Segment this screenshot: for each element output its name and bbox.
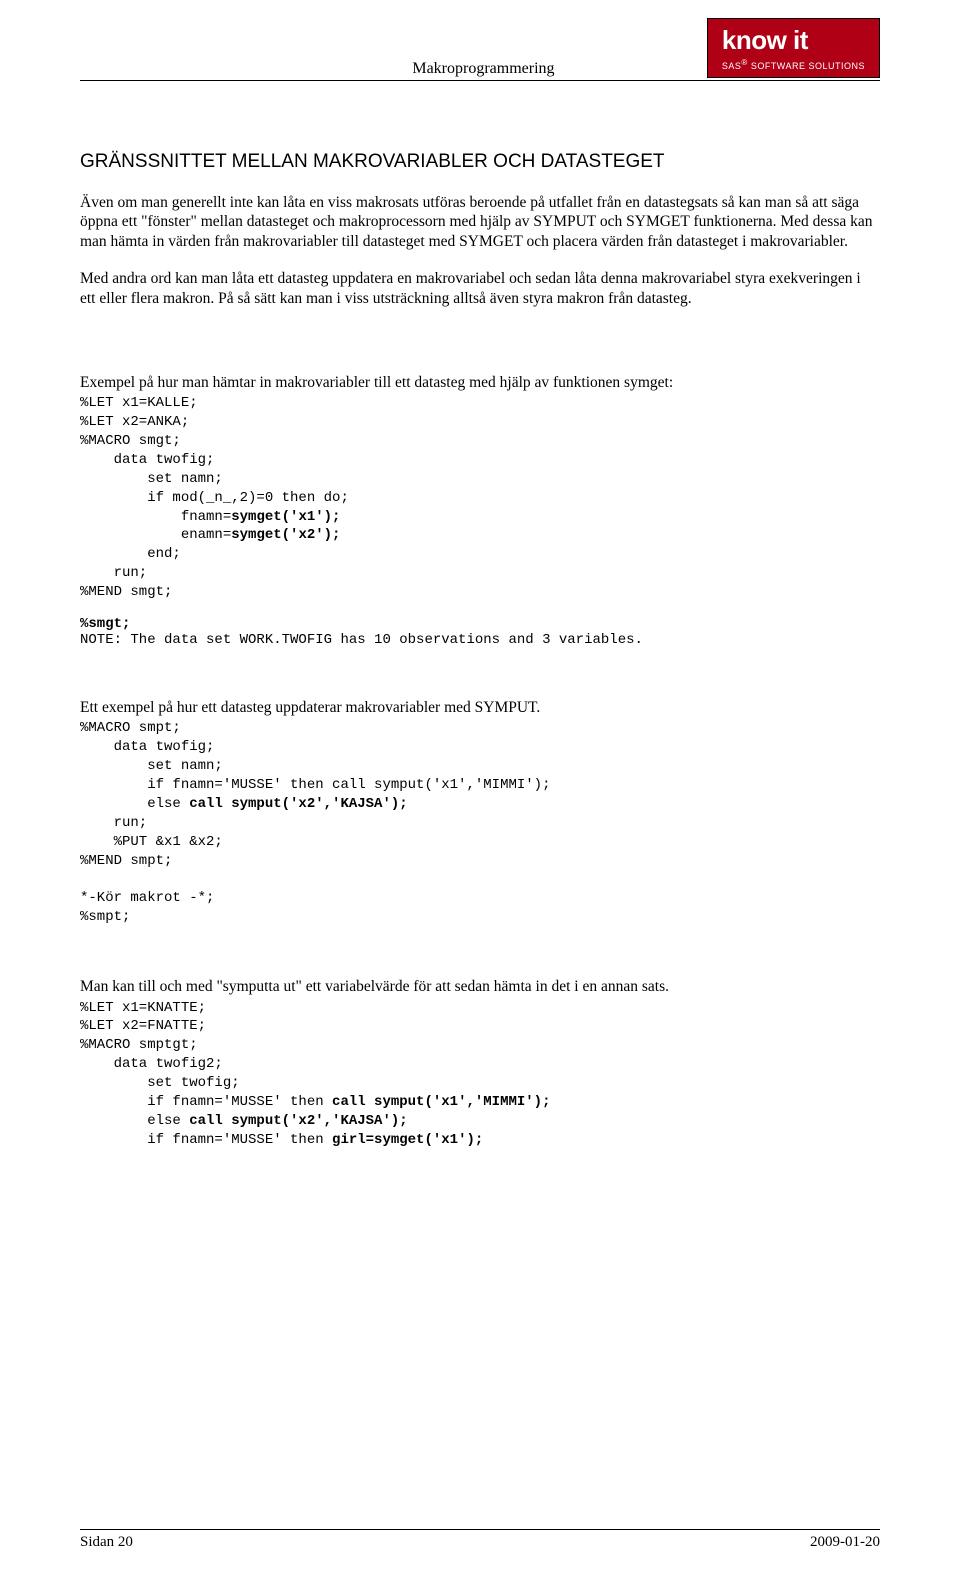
code-line: %MEND smgt;	[80, 584, 172, 600]
logo-sub-prefix: SAS	[722, 61, 742, 71]
code-line: set namn;	[80, 471, 223, 487]
code-line: %MACRO smpt;	[80, 720, 181, 736]
code-bold: call symput('x2','KAJSA');	[189, 1113, 407, 1129]
code-line: %LET x2=FNATTE;	[80, 1018, 206, 1034]
code-line: %PUT &x1 &x2;	[80, 834, 223, 850]
code-line: if fnamn='MUSSE' then	[80, 1132, 332, 1148]
code-block-2: %MACRO smpt; data twofig; set namn; if f…	[80, 719, 880, 927]
code-line: set namn;	[80, 758, 223, 774]
code-block-3: %LET x1=KNATTE; %LET x2=FNATTE; %MACRO s…	[80, 999, 880, 1150]
code-line: %MEND smpt;	[80, 853, 172, 869]
output-note: NOTE: The data set WORK.TWOFIG has 10 ob…	[80, 632, 880, 648]
example-3-intro: Man kan till och med "symputta ut" ett v…	[80, 977, 880, 996]
code-line: %LET x2=ANKA;	[80, 414, 189, 430]
code-line: run;	[80, 565, 147, 581]
code-line: end;	[80, 546, 181, 562]
logo-sub-suffix: SOFTWARE SOLUTIONS	[748, 61, 865, 71]
code-block-1: %LET x1=KALLE; %LET x2=ANKA; %MACRO smgt…	[80, 394, 880, 602]
logo-main-text: know it	[722, 25, 865, 56]
footer-date: 2009-01-20	[810, 1534, 880, 1551]
code-line: else	[80, 796, 189, 812]
code-line: data twofig;	[80, 739, 214, 755]
brand-logo: know it SAS® SOFTWARE SOLUTIONS	[707, 18, 880, 78]
code-line: fnamn=	[80, 509, 231, 525]
output-invoke: %smgt;	[80, 616, 880, 632]
code-line: %MACRO smptgt;	[80, 1037, 198, 1053]
code-line: %LET x1=KALLE;	[80, 395, 198, 411]
page-footer: Sidan 20 2009-01-20	[80, 1529, 880, 1551]
code-line: if mod(_n_,2)=0 then do;	[80, 490, 349, 506]
code-output-1: %smgt; NOTE: The data set WORK.TWOFIG ha…	[80, 616, 880, 648]
paragraph-2: Med andra ord kan man låta ett datasteg …	[80, 269, 880, 308]
code-line: set twofig;	[80, 1075, 240, 1091]
code-line: if fnamn='MUSSE' then call symput('x1','…	[80, 777, 550, 793]
code-bold: symget('x1');	[231, 509, 340, 525]
logo-sub-text: SAS® SOFTWARE SOLUTIONS	[722, 58, 865, 71]
code-line: run;	[80, 815, 147, 831]
code-bold: call symput('x1','MIMMI');	[332, 1094, 550, 1110]
code-line: *-Kör makrot -*;	[80, 890, 214, 906]
example-1-intro: Exempel på hur man hämtar in makrovariab…	[80, 373, 880, 392]
section-heading: GRÄNSSNITTET MELLAN MAKROVARIABLER OCH D…	[80, 151, 880, 173]
paragraph-1: Även om man generellt inte kan låta en v…	[80, 193, 880, 251]
code-line: if fnamn='MUSSE' then	[80, 1094, 332, 1110]
example-2-intro: Ett exempel på hur ett datasteg uppdater…	[80, 698, 880, 717]
code-bold: call symput('x2','KAJSA');	[189, 796, 407, 812]
code-line: data twofig;	[80, 452, 214, 468]
code-line: data twofig2;	[80, 1056, 223, 1072]
code-bold: symget('x2');	[231, 527, 340, 543]
page-header: Makroprogrammering know it SAS® SOFTWARE…	[80, 18, 880, 81]
code-line: %LET x1=KNATTE;	[80, 1000, 206, 1016]
code-line: %MACRO smgt;	[80, 433, 181, 449]
code-line: %smpt;	[80, 909, 130, 925]
code-line: enamn=	[80, 527, 231, 543]
footer-page-number: Sidan 20	[80, 1534, 133, 1551]
code-line: else	[80, 1113, 189, 1129]
header-title: Makroprogrammering	[260, 60, 707, 78]
code-bold: girl=symget('x1');	[332, 1132, 483, 1148]
